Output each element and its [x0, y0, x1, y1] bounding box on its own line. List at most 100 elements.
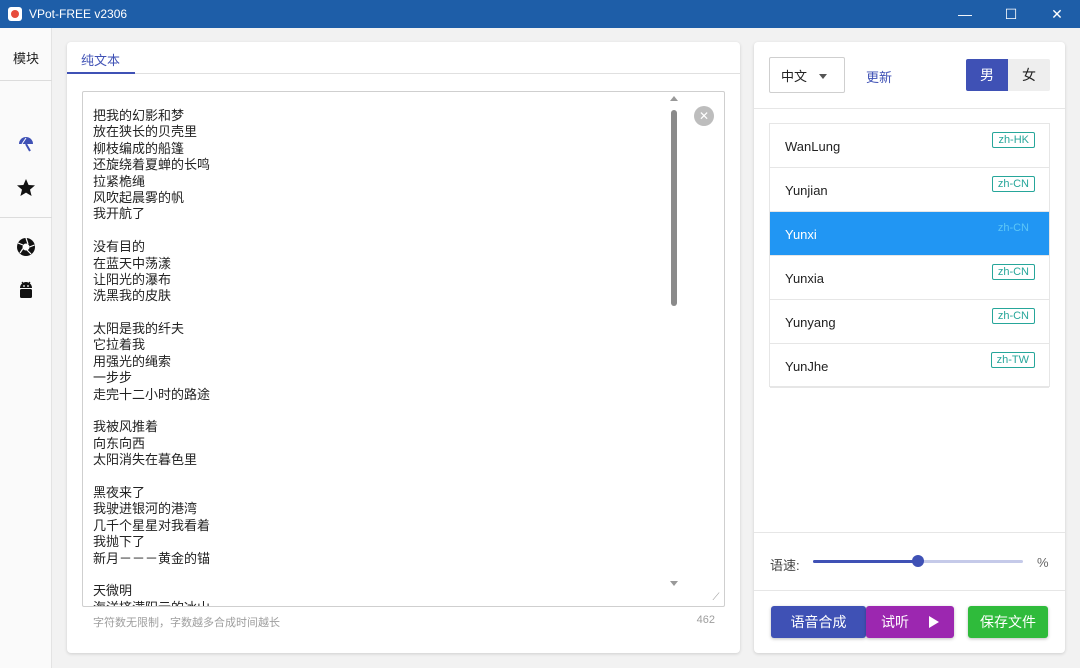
vertical-scrollbar[interactable] [668, 96, 682, 596]
speed-slider[interactable] [813, 555, 1023, 567]
locale-badge: zh-CN [991, 308, 1035, 324]
text-line: 没有目的 [93, 239, 146, 255]
window-title: VPot-FREE v2306 [29, 7, 128, 21]
text-line: 风吹起晨雾的帆 [93, 189, 185, 205]
gender-female-toggle[interactable]: 女 [1008, 59, 1050, 91]
play-icon [929, 616, 939, 628]
text-line: 放在狭长的贝壳里 [93, 124, 198, 140]
close-button[interactable]: ✕ [1034, 0, 1080, 28]
trial-label: 试听 [881, 614, 909, 630]
star-icon[interactable] [14, 176, 38, 200]
panel-divider [754, 108, 1065, 109]
tab-bar-divider [67, 73, 740, 74]
panel-divider [754, 590, 1065, 591]
text-line: 海洋挤满阳云的冰山 [93, 600, 653, 606]
voice-name: Yunxia [785, 271, 825, 286]
text-line: 洗黑我的皮肤 [93, 288, 172, 304]
maximize-button[interactable]: ☐ [988, 0, 1034, 28]
language-value: 中文 [781, 68, 808, 84]
module-sidebar: 模块 [0, 28, 52, 668]
text-line: 太阳消失在暮色里 [93, 452, 198, 468]
text-line: 黑夜来了 [93, 484, 146, 500]
text-line [93, 567, 653, 583]
locale-badge: zh-CN [997, 222, 1029, 234]
resize-grip-icon[interactable]: ⟋ [710, 592, 722, 604]
tab-plain-text[interactable]: 纯文本 [81, 50, 120, 73]
text-line: 我开航了 [93, 206, 146, 222]
gender-male-toggle[interactable]: 男 [966, 59, 1008, 91]
android-icon[interactable] [14, 278, 38, 302]
sidebar-divider [0, 80, 52, 81]
text-line: 几千个星星对我看着 [93, 517, 211, 533]
trial-play-button[interactable]: 试听 [866, 606, 954, 638]
speed-slider-fill [813, 560, 918, 563]
locale-badge: zh-TW [990, 352, 1035, 368]
locale-badge: zh-CN [991, 264, 1035, 280]
minimize-button[interactable]: — [942, 0, 988, 28]
text-line: 新月－－－黄金的锚 [93, 550, 211, 566]
text-line: 一步步 [93, 370, 133, 386]
voice-item-yunjian[interactable]: Yunjian zh-CN [770, 168, 1049, 212]
sidebar-divider [0, 217, 52, 218]
text-line: 我被风推着 [93, 419, 159, 435]
panel-divider [754, 532, 1065, 533]
voice-name: Yunxi [785, 227, 817, 242]
scroll-thumb[interactable] [671, 110, 677, 306]
text-line: 用强光的绳索 [93, 353, 172, 369]
window-controls: — ☐ ✕ [942, 0, 1080, 28]
locale-badge: zh-HK [992, 132, 1035, 148]
text-input-area[interactable]: 把我的幻影和梦 放在狭长的贝壳里 柳枝编成的船篷 还旋绕着夏蝉的长鸣 拉紧桅绳 风吹起晨雾… [82, 91, 725, 607]
language-select[interactable]: 中文 [769, 57, 845, 93]
text-line: 把我的幻影和梦 [93, 108, 185, 123]
scroll-up-arrow[interactable] [670, 96, 678, 101]
text-line [93, 223, 653, 239]
scroll-down-arrow[interactable] [670, 581, 678, 586]
text-line: 向东向西 [93, 435, 146, 451]
text-line [93, 469, 653, 485]
text-content: 把我的幻影和梦 放在狭长的贝壳里 柳枝编成的船篷 还旋绕着夏蝉的长鸣 拉紧桅绳 风吹起晨雾… [93, 108, 653, 606]
voice-name: Yunjian [785, 183, 828, 198]
voice-item-yunxia[interactable]: Yunxia zh-CN [770, 256, 1049, 300]
sidebar-title: 模块 [12, 51, 39, 66]
text-line: 让阳光的瀑布 [93, 271, 172, 287]
save-file-button[interactable]: 保存文件 [968, 606, 1048, 638]
voice-item-wanlung[interactable]: WanLung zh-HK [770, 124, 1049, 168]
save-label: 保存文件 [980, 614, 1036, 630]
title-bar: VPot-FREE v2306 — ☐ ✕ [0, 0, 1080, 28]
text-line: 还旋绕着夏蝉的长鸣 [93, 157, 211, 173]
chevron-down-icon [819, 74, 827, 79]
aperture-icon[interactable] [14, 235, 38, 259]
speed-slider-thumb[interactable] [912, 555, 924, 567]
character-count: 462 [696, 614, 715, 626]
text-line: 它拉着我 [93, 337, 146, 353]
text-line: 我驶进银河的港湾 [93, 501, 198, 517]
synthesize-button[interactable]: 语音合成 [771, 606, 866, 638]
update-link[interactable]: 更新 [866, 67, 892, 86]
voice-item-yunxi[interactable]: Yunxi zh-CN [770, 212, 1049, 256]
umbrella-icon[interactable] [14, 132, 38, 156]
voice-item-yunyang[interactable]: Yunyang zh-CN [770, 300, 1049, 344]
text-line: 在蓝天中荡漾 [93, 255, 172, 271]
tab-active-indicator [67, 72, 135, 74]
voice-name: YunJhe [785, 359, 829, 374]
synthesize-label: 语音合成 [790, 614, 847, 630]
text-line: 天微明 [93, 583, 133, 599]
voice-item-yunjhe[interactable]: YunJhe zh-TW [770, 344, 1049, 388]
voice-settings-panel: 中文 更新 男 女 WanLung zh-HK Yunjian zh-CN Yunxi z… [754, 42, 1065, 653]
voice-name: Yunyang [785, 315, 836, 330]
text-line: 走完十二小时的路途 [93, 386, 211, 402]
text-line: 太阳是我的纤夫 [93, 321, 185, 337]
text-editor-card: 纯文本 把我的幻影和梦 放在狭长的贝壳里 柳枝编成的船篷 还旋绕着夏蝉的长鸣 拉紧桅绳风… [67, 42, 740, 653]
app-icon [8, 7, 22, 21]
voice-list: WanLung zh-HK Yunjian zh-CN Yunxi zh-CN Yunxia… [769, 123, 1050, 388]
text-line [93, 305, 653, 321]
voice-name: WanLung [785, 139, 841, 154]
locale-badge: zh-CN [991, 176, 1035, 192]
text-line [93, 403, 653, 419]
text-length-hint: 字符数无限制，字数越多合成时间越长 [93, 617, 280, 629]
speed-unit: % [1037, 555, 1049, 570]
text-line: 拉紧桅绳 [93, 173, 146, 189]
speed-label: 语速: [770, 558, 800, 573]
clear-text-icon[interactable]: ✕ [694, 106, 714, 126]
text-line: 我抛下了 [93, 534, 146, 550]
